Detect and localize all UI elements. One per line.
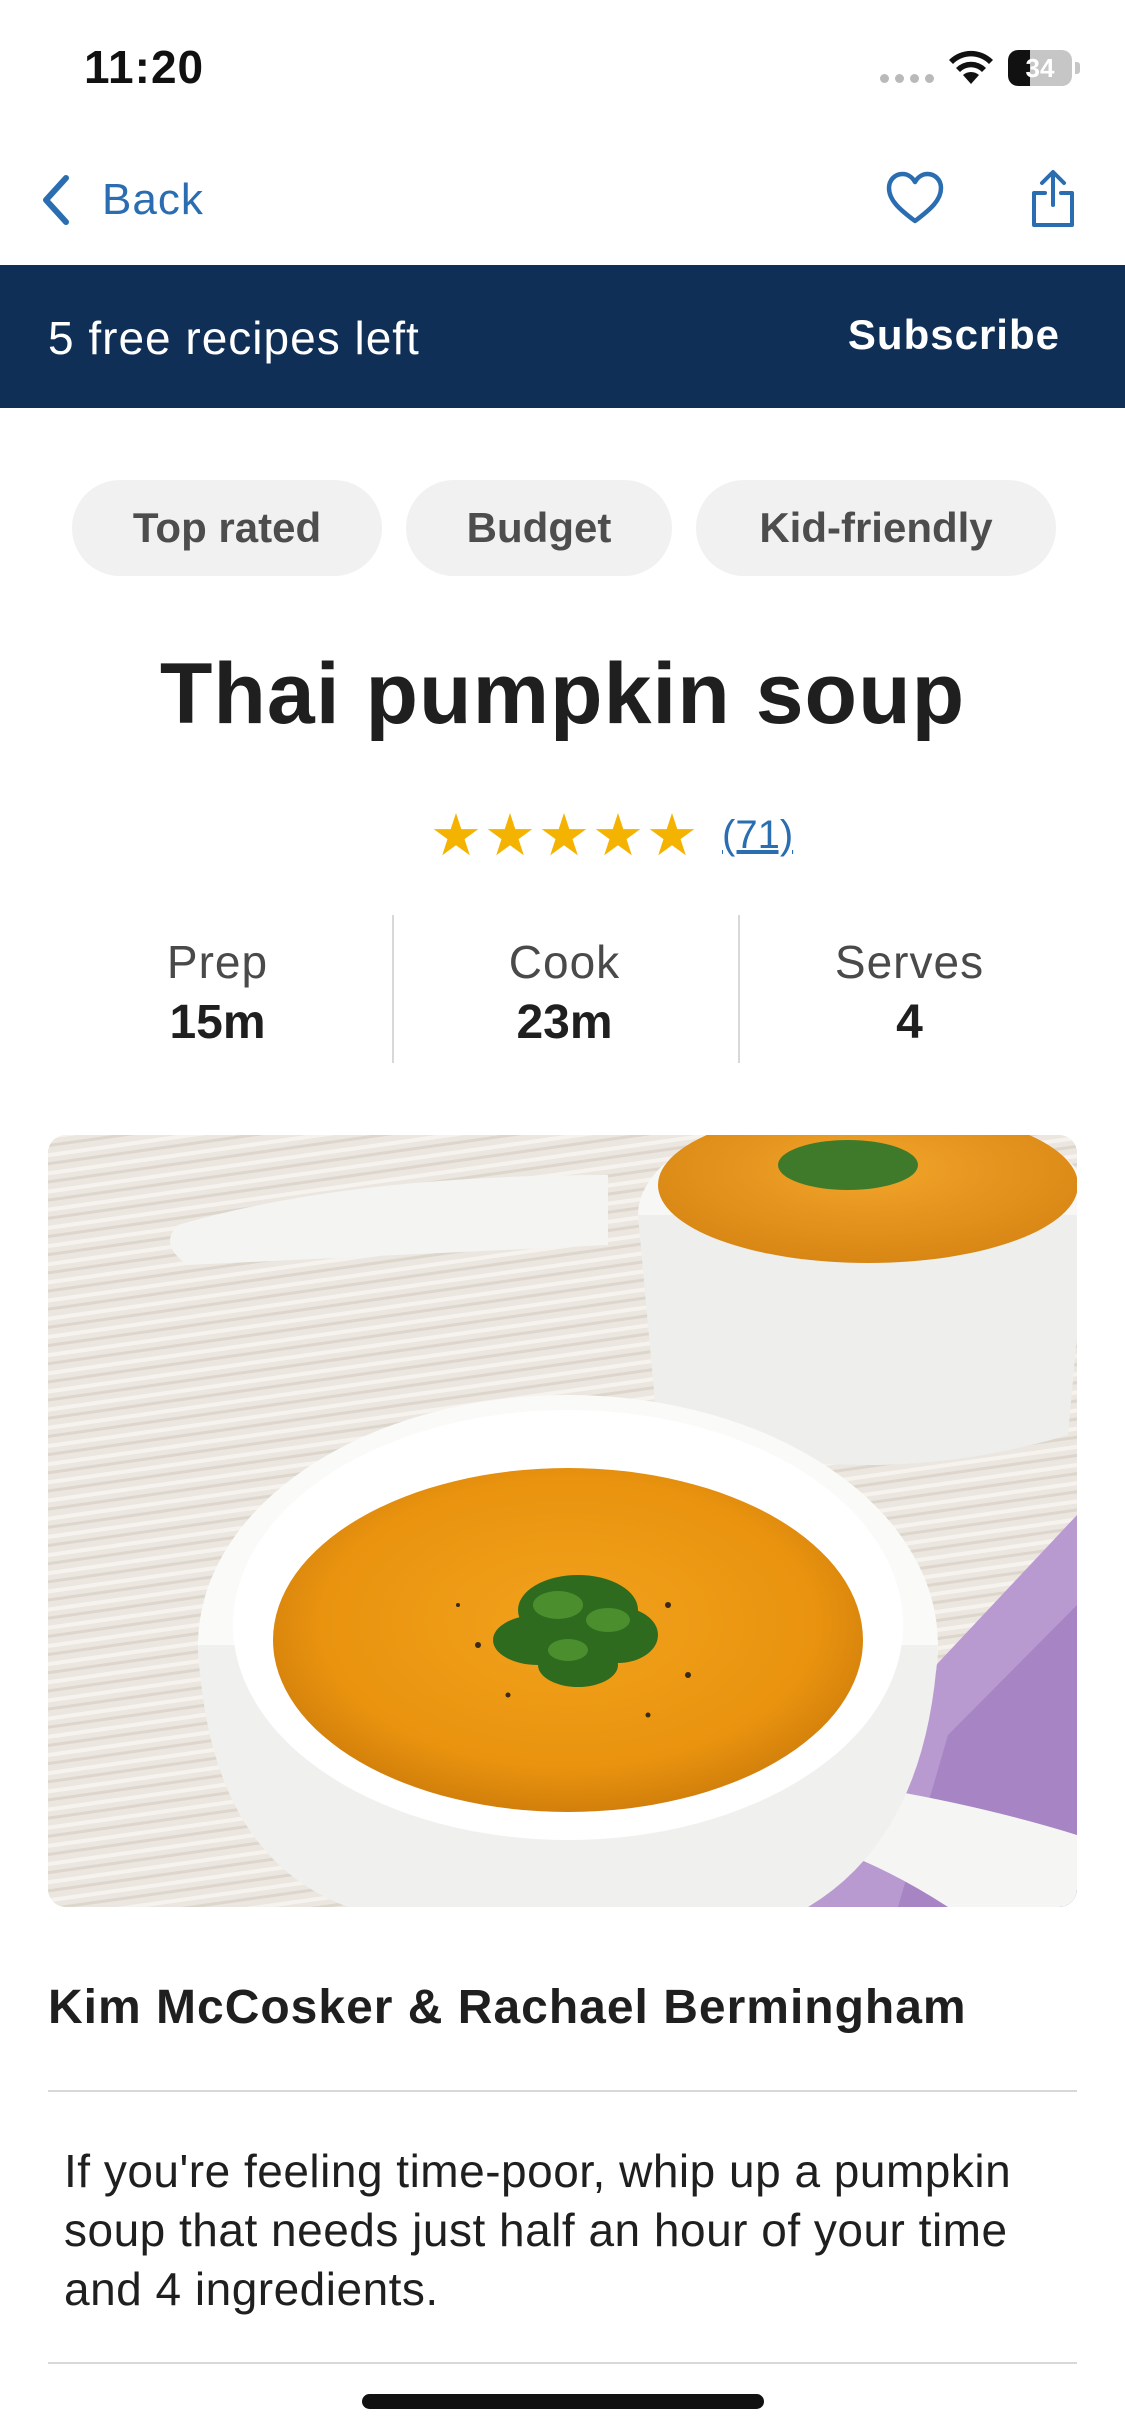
status-time: 11:20 (84, 41, 205, 93)
stat-label: Cook (508, 936, 621, 988)
star-icon: ★ (430, 801, 482, 869)
battery-level: 34 (1025, 53, 1055, 83)
chevron-left-icon (43, 175, 69, 225)
recipe-page: 11:20 34 Back 5 free recipes left Subscr… (0, 0, 1125, 2436)
subscribe-button[interactable]: Subscribe (848, 311, 1060, 359)
free-recipes-banner: 5 free recipes left Subscribe (0, 265, 1125, 408)
stat-value: 15m (169, 996, 266, 1049)
share-button[interactable] (1030, 169, 1076, 229)
recipe-description: If you're feeling time-poor, whip up a p… (64, 2145, 1012, 2315)
recipe-photo[interactable] (48, 1135, 1077, 1907)
divider (48, 2362, 1077, 2364)
rating: ★ ★ ★ ★ ★ (71) (430, 805, 793, 865)
cellular-signal-icon (880, 74, 934, 83)
divider (48, 2090, 1077, 2092)
recipe-author: Kim McCosker & Rachael Bermingham (48, 1981, 967, 2034)
recipe-stats: Prep 15m Cook 23m Serves 4 (0, 915, 1125, 1065)
back-button[interactable]: Back (40, 165, 204, 235)
battery-icon: 34 (1008, 50, 1080, 86)
star-icon: ★ (484, 801, 536, 869)
recipe-title: Thai pumpkin soup (159, 646, 966, 742)
stat-label: Serves (834, 936, 985, 988)
share-icon (1032, 170, 1074, 227)
free-recipes-text: 5 free recipes left (48, 312, 420, 364)
wifi-icon (949, 50, 993, 84)
star-icon: ★ (646, 801, 698, 869)
star-icon: ★ (592, 801, 644, 869)
heart-icon (886, 171, 944, 224)
nav-bar: Back (0, 135, 1125, 265)
tag-budget[interactable]: Budget (406, 480, 672, 576)
star-icon: ★ (538, 801, 590, 869)
star-rating: ★ ★ ★ ★ ★ (430, 805, 698, 865)
stat-cook: Cook 23m (392, 935, 737, 1050)
tag-top-rated[interactable]: Top rated (72, 480, 382, 576)
stat-serves: Serves 4 (737, 935, 1082, 1050)
back-label: Back (102, 175, 204, 224)
stat-prep: Prep 15m (45, 935, 390, 1050)
favorite-button[interactable] (885, 169, 945, 229)
rating-count-link[interactable]: (71) (722, 813, 793, 858)
stat-value: 23m (516, 996, 613, 1049)
home-indicator[interactable] (362, 2394, 764, 2409)
stat-value: 4 (896, 996, 923, 1049)
stat-label: Prep (166, 936, 269, 988)
tag-list: Top rated Budget Kid-friendly (72, 480, 1056, 576)
status-bar: 11:20 34 (0, 0, 1125, 135)
tag-kid-friendly[interactable]: Kid-friendly (696, 480, 1056, 576)
